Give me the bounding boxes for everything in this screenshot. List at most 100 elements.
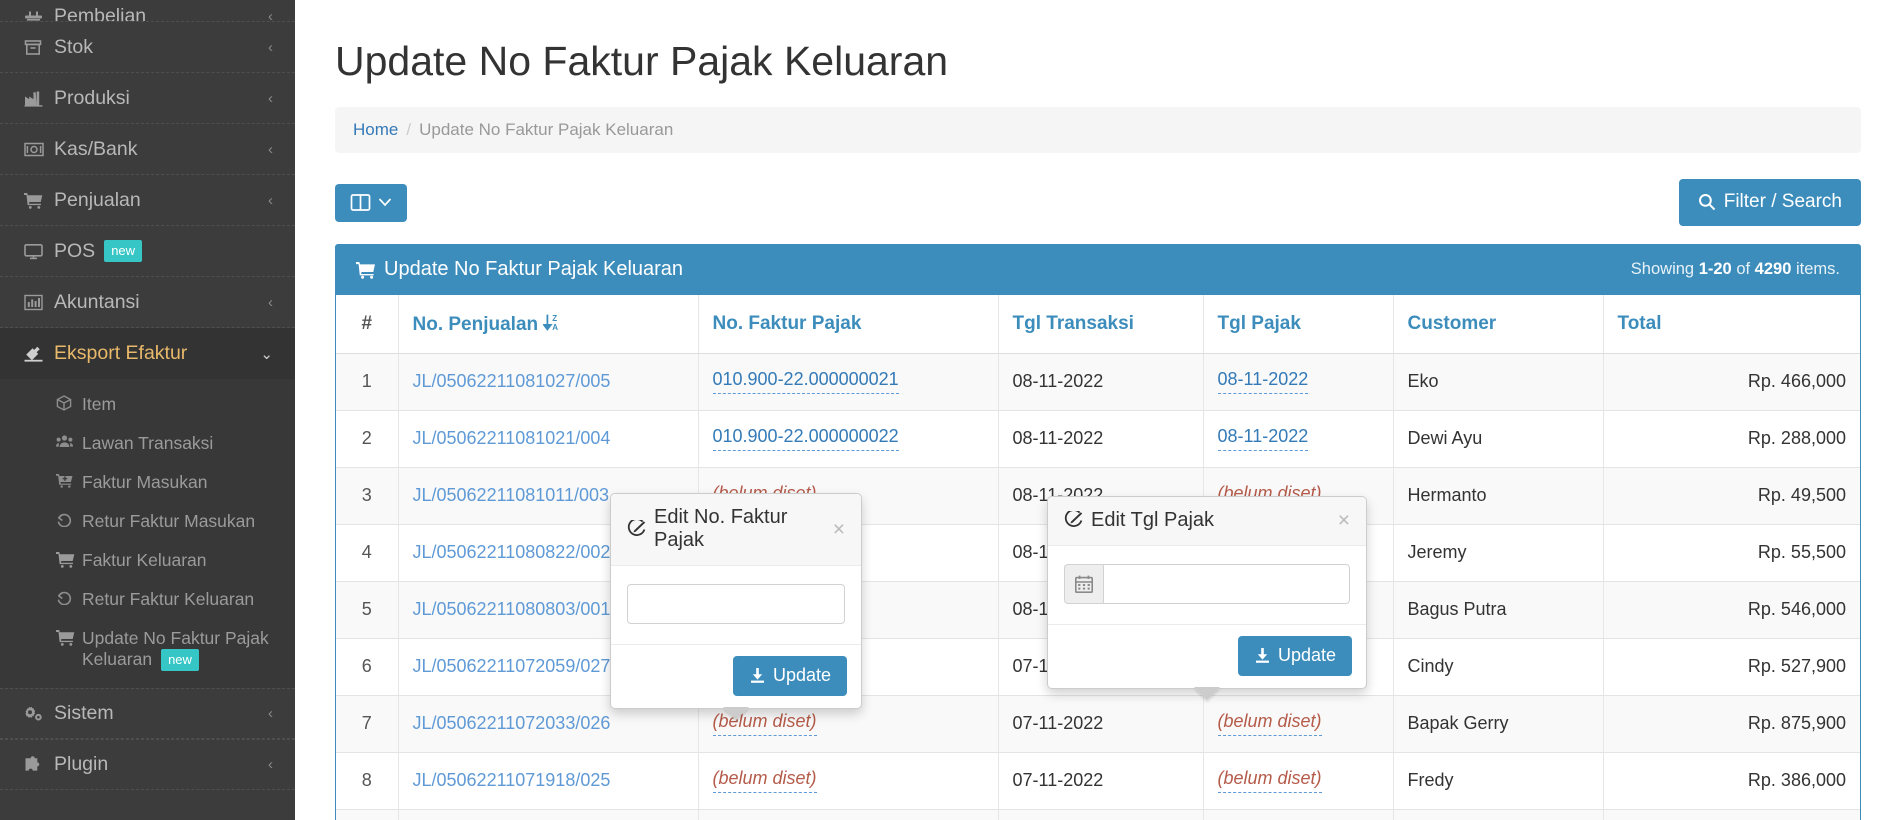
cell-no-penjualan: JL/05062211081027/005: [398, 353, 699, 411]
submenu-item-lawan-transaksi[interactable]: Lawan Transaksi: [0, 424, 295, 463]
sidebar-item-penjualan[interactable]: Penjualan ‹: [0, 175, 295, 226]
submenu-item-update-no-faktur-pajak-keluaran[interactable]: Update No Faktur Pajak Keluaran new: [0, 619, 295, 680]
submenu-item-label: Item: [82, 394, 117, 414]
chevron-down-icon: ⌄: [260, 345, 273, 363]
sidebar-item-akuntansi[interactable]: Akuntansi ‹: [0, 277, 295, 328]
editable-value[interactable]: (belum diset): [712, 768, 817, 793]
panel-header: Update No Faktur Pajak Keluaran Showing …: [336, 245, 1860, 295]
cell-customer: Bapak Gerry: [1393, 695, 1604, 753]
undo-icon: [56, 590, 80, 605]
row-number: 5: [336, 581, 399, 639]
cell-total: Rp. 386,000: [1603, 752, 1860, 810]
sales-number-link[interactable]: JL/05062211071918/025: [413, 770, 611, 790]
showing-total: 4290: [1754, 260, 1792, 278]
calendar-icon[interactable]: [1064, 564, 1104, 604]
bar-chart-icon: [24, 294, 54, 311]
filter-search-button[interactable]: Filter / Search: [1678, 179, 1861, 226]
editable-value[interactable]: (belum diset): [1217, 768, 1322, 793]
sidebar-item-kas-bank[interactable]: Kas/Bank ‹: [0, 124, 295, 175]
row-number: 1: [336, 353, 399, 411]
breadcrumb-separator: /: [406, 120, 412, 139]
editable-value[interactable]: (belum diset): [1217, 711, 1322, 736]
breadcrumb-home-link[interactable]: Home: [353, 120, 398, 140]
gears-icon: [24, 705, 54, 722]
close-icon[interactable]: ×: [833, 519, 845, 540]
cube-icon: [56, 395, 80, 411]
column-header-penjualan[interactable]: No. Penjualan Z A: [398, 295, 699, 354]
sales-number-link[interactable]: JL/05062211081011/003: [413, 485, 610, 505]
update-button[interactable]: Update: [732, 656, 847, 696]
toolbar: Filter / Search: [335, 179, 1861, 226]
desktop-icon: [24, 243, 54, 260]
sort-alpha-desc-icon[interactable]: ZA: [543, 313, 560, 332]
sidebar-item-eksport-efaktur[interactable]: Eksport Efaktur ⌄: [0, 328, 295, 379]
filter-search-label: Filter / Search: [1723, 191, 1842, 212]
edit-icon: [1064, 511, 1083, 530]
sidebar-item-label: Kas/Bank: [54, 137, 138, 160]
submenu-item-label: Retur Faktur Keluaran: [82, 589, 255, 609]
editable-value[interactable]: 010.900-22.000000021: [712, 369, 899, 394]
cell-tgl-pajak: 08-11-2022: [1203, 410, 1394, 468]
edit-tgl-pajak-popover: Edit Tgl Pajak × Update: [1047, 496, 1367, 700]
column-header-tgl_transaksi: Tgl Transaksi: [998, 295, 1204, 354]
sidebar-item-pembelian[interactable]: Pembelian ‹: [0, 0, 295, 22]
cell-customer: Dewi Ayu: [1393, 410, 1604, 468]
submenu-item-retur-faktur-masukan[interactable]: Retur Faktur Masukan: [0, 502, 295, 541]
close-icon[interactable]: ×: [1338, 510, 1350, 531]
sales-number-link[interactable]: JL/05062211072059/027: [413, 656, 611, 676]
row-number: 7: [336, 695, 399, 753]
sales-number-link[interactable]: JL/05062211081027/005: [413, 371, 611, 391]
showing-prefix: Showing: [1630, 260, 1695, 278]
sidebar-nav-bottom: Sistem ‹ Plugin ‹: [0, 688, 295, 791]
cell-tgl-transaksi: 07-11-2022: [998, 809, 1204, 820]
cell-total: Rp. 134,000: [1603, 809, 1860, 820]
editable-value[interactable]: 010.900-22.000000022: [712, 426, 899, 451]
submenu-item-label: Retur Faktur Masukan: [82, 511, 256, 531]
popover-body: [611, 566, 861, 644]
sales-number-link[interactable]: JL/05062211081021/004: [413, 428, 611, 448]
showing-suffix: items.: [1795, 260, 1840, 278]
submenu-item-item[interactable]: Item: [0, 385, 295, 424]
column-toggle-button[interactable]: [335, 183, 407, 222]
sidebar-item-sistem[interactable]: Sistem ‹: [0, 688, 295, 740]
shopping-cart-icon: [56, 629, 80, 646]
cell-total: Rp. 49,500: [1603, 467, 1860, 525]
group-icon: [56, 434, 80, 449]
submenu-item-faktur-keluaran[interactable]: Faktur Keluaran: [0, 541, 295, 580]
editable-value[interactable]: 08-11-2022: [1217, 426, 1309, 451]
cell-total: Rp. 546,000: [1603, 581, 1860, 639]
shopping-cart-icon: [24, 192, 54, 209]
update-button[interactable]: Update: [1237, 636, 1352, 676]
submenu-item-label: Lawan Transaksi: [82, 433, 214, 453]
editable-value[interactable]: 08-11-2022: [1217, 369, 1309, 394]
update-button-label: Update: [772, 665, 831, 685]
page-title: Update No Faktur Pajak Keluaran: [335, 38, 949, 84]
submenu-item-retur-faktur-keluaran[interactable]: Retur Faktur Keluaran: [0, 580, 295, 619]
sales-number-link[interactable]: JL/05062211080803/001: [413, 599, 611, 619]
showing-mid: of: [1736, 260, 1751, 278]
new-badge: new: [104, 240, 143, 263]
sidebar-item-pos[interactable]: POS new: [0, 226, 295, 277]
columns-icon: [350, 193, 371, 212]
table-row: 7 JL/05062211072033/026 (belum diset) 07-11…: [336, 695, 1860, 753]
cell-customer: Jeremy: [1393, 524, 1604, 582]
sales-number-link[interactable]: JL/05062211080822/002: [413, 542, 611, 562]
tgl-pajak-input[interactable]: [1103, 564, 1350, 604]
sidebar-nav-top: Pembelian ‹ Stok ‹ Produksi ‹ Kas/Bank ‹ Penjual…: [0, 0, 295, 379]
sidebar-item-stok[interactable]: Stok ‹: [0, 22, 295, 73]
faktur-pajak-input[interactable]: [627, 584, 845, 624]
sidebar-item-produksi[interactable]: Produksi ‹: [0, 73, 295, 124]
sales-number-link[interactable]: JL/05062211072033/026: [413, 713, 611, 733]
chevron-left-icon: ‹: [268, 293, 273, 311]
chevron-left-icon: ‹: [268, 140, 273, 158]
cell-customer: Eko: [1393, 353, 1604, 411]
svg-text:Z: Z: [552, 314, 557, 323]
column-header-num: #: [336, 295, 399, 354]
cell-customer: Hermanto: [1393, 467, 1604, 525]
sidebar-item-plugin[interactable]: Plugin ‹: [0, 739, 295, 791]
column-header-total: Total: [1603, 295, 1860, 354]
cell-tgl-pajak: (belum diset): [1203, 695, 1394, 753]
archive-box-icon: [24, 39, 54, 56]
submenu-item-faktur-masukan[interactable]: Faktur Masukan: [0, 463, 295, 502]
cell-total: Rp. 466,000: [1603, 353, 1860, 411]
